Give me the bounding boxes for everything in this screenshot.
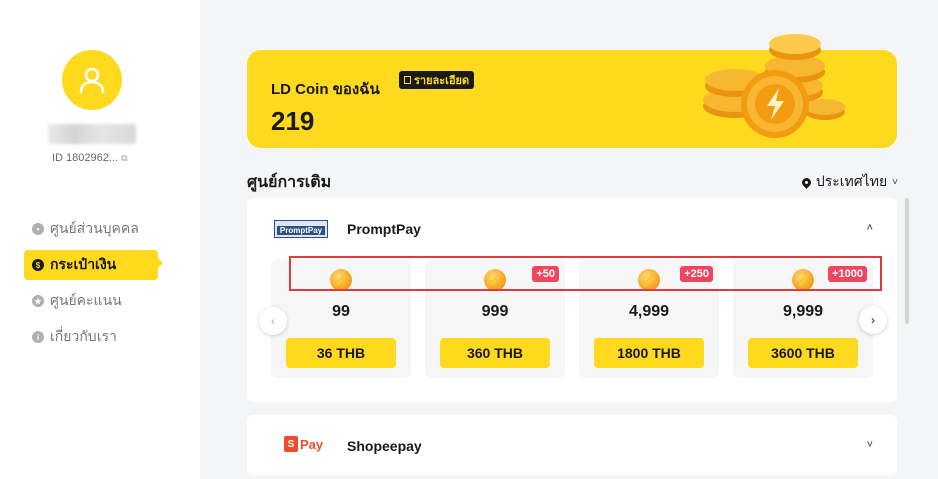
copy-icon[interactable]: ⧉ bbox=[121, 153, 127, 164]
chevron-right-icon: › bbox=[871, 313, 875, 327]
wallet-icon: $ bbox=[32, 259, 44, 271]
chevron-down-icon: ˅ bbox=[892, 176, 898, 188]
sidebar-item-label: เกี่ยวกับเรา bbox=[50, 328, 117, 344]
coin-balance: 219 bbox=[271, 106, 315, 136]
coin-stack-illustration bbox=[703, 34, 845, 138]
country-selector[interactable]: ประเทศไทย ˅ bbox=[799, 171, 898, 193]
package-price-button[interactable]: 360 THB bbox=[440, 338, 550, 368]
carousel-next-button[interactable]: › bbox=[859, 306, 887, 334]
package-amount: 9,999 bbox=[782, 303, 824, 320]
sidebar-item-label: กระเป๋าเงิน bbox=[50, 256, 117, 272]
package-price-button[interactable]: 36 THB bbox=[286, 338, 396, 368]
details-label: รายละเอียด bbox=[414, 75, 470, 87]
country-label: ประเทศไทย bbox=[815, 173, 888, 189]
shopee-bag-icon: S bbox=[284, 436, 298, 452]
sidebar-item-personal-center[interactable]: • ศูนย์ส่วนบุคคล bbox=[24, 214, 158, 244]
sidebar-item-points-center[interactable]: ★ ศูนย์คะแนน bbox=[24, 286, 158, 316]
sidebar-item-about-us[interactable]: i เกี่ยวกับเรา bbox=[24, 322, 158, 352]
shopeepay-card[interactable]: S Pay Shopeepay ˅ bbox=[247, 415, 897, 475]
active-indicator-arrow bbox=[158, 258, 163, 268]
carousel-prev-button[interactable]: ‹ bbox=[259, 307, 287, 335]
chevron-up-icon[interactable]: ˄ bbox=[867, 222, 873, 234]
promptpay-card: PromptPay PromptPay ˄ ⚡ 99 36 THB ⚡ +50 … bbox=[247, 198, 897, 402]
sidebar-item-label: ศูนย์คะแนน bbox=[50, 292, 122, 308]
promptpay-logo-text: PromptPay bbox=[277, 226, 325, 235]
package-amount: 99 bbox=[332, 303, 350, 320]
payment-method-name: PromptPay bbox=[347, 221, 421, 237]
package-price-button[interactable]: 3600 THB bbox=[748, 338, 858, 368]
scrollbar[interactable] bbox=[905, 198, 909, 324]
username-blurred bbox=[48, 124, 136, 144]
highlight-annotation bbox=[289, 256, 882, 291]
package-amount: 999 bbox=[481, 303, 509, 320]
sidebar-nav: • ศูนย์ส่วนบุคคล $ กระเป๋าเงิน ★ ศูนย์คะ… bbox=[24, 214, 158, 358]
avatar[interactable] bbox=[62, 50, 122, 110]
package-price-button[interactable]: 1800 THB bbox=[594, 338, 704, 368]
shopeepay-logo-text: Pay bbox=[300, 436, 324, 452]
info-icon: i bbox=[32, 331, 44, 343]
person-icon: • bbox=[32, 223, 44, 235]
chevron-down-icon[interactable]: ˅ bbox=[867, 439, 873, 451]
package-amount: 4,999 bbox=[628, 303, 670, 320]
sidebar-item-wallet[interactable]: $ กระเป๋าเงิน bbox=[24, 250, 158, 280]
document-icon bbox=[404, 76, 411, 84]
banner-title: LD Coin ของฉัน bbox=[271, 81, 380, 98]
promptpay-logo: PromptPay bbox=[274, 220, 328, 238]
details-button[interactable]: รายละเอียด bbox=[399, 71, 475, 89]
location-pin-icon bbox=[799, 175, 813, 189]
payment-method-name: Shopeepay bbox=[347, 438, 422, 454]
chevron-left-icon: ‹ bbox=[271, 314, 275, 328]
star-icon: ★ bbox=[32, 295, 44, 307]
topup-center-title: ศูนย์การเติม bbox=[247, 174, 332, 191]
sidebar: ID 1802962... ⧉ • ศูนย์ส่วนบุคคล $ กระเป… bbox=[0, 0, 200, 479]
user-icon bbox=[79, 67, 105, 94]
shopeepay-logo: S Pay bbox=[284, 435, 323, 453]
sidebar-item-label: ศูนย์ส่วนบุคคล bbox=[50, 220, 139, 236]
user-id-text: ID 1802962... bbox=[52, 152, 119, 164]
coin-balance-banner: LD Coin ของฉัน รายละเอียด 219 bbox=[247, 34, 897, 148]
user-id: ID 1802962... ⧉ bbox=[52, 152, 128, 164]
